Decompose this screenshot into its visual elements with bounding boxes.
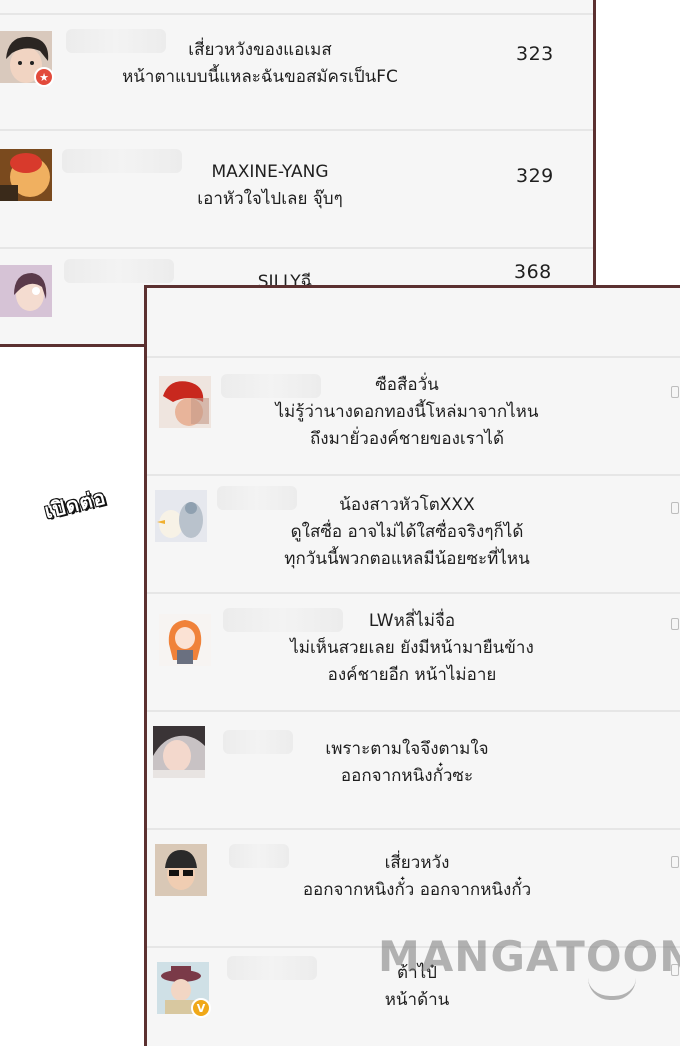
comment-text: เพราะตามใจจึงตามใจ ออกจากหนิงกั๋วซะ bbox=[207, 736, 607, 790]
watermark-logo: MANGATOON bbox=[378, 932, 680, 981]
girl-avatar[interactable] bbox=[0, 265, 52, 317]
comment-username: เสี่ยวหวัง bbox=[384, 853, 450, 873]
cartoon-duck-avatar[interactable] bbox=[155, 490, 207, 542]
comment-text: น้องสาวหัวโตXXX ดูใสซื่อ อาจไม่ได้ใสซื่อ… bbox=[207, 492, 607, 573]
anime-girl-avatar[interactable] bbox=[159, 614, 211, 666]
comment-row[interactable]: เสี่ยวหวัง ออกจากหนิงกั๋ว ออกจากหนิงกั๋ว bbox=[147, 830, 680, 948]
comment-line: ไม่เห็นสวยเลย ยังมีหน้ามายืนข้าง bbox=[290, 638, 534, 658]
comment-username: LWหลี่ไม่จื่อ bbox=[368, 611, 456, 631]
comment-line: ไม่รู้ว่านางดอกทองนี้โหล่มาจากไหน bbox=[275, 402, 539, 422]
comment-text: MAXINE-YANG เอาหัวใจไปเลย จุ๊บๆ bbox=[60, 159, 480, 213]
like-icon[interactable] bbox=[671, 618, 679, 630]
like-icon[interactable] bbox=[671, 502, 679, 514]
comment-line: หน้าตาแบบนี้แหละฉันขอสมัครเป็นFC bbox=[122, 67, 398, 87]
lips-avatar[interactable] bbox=[0, 149, 52, 201]
comment-line: ถึงมายั่วองค์ชายของเราได้ bbox=[310, 429, 504, 449]
comment-username: ซือสือวั่น bbox=[375, 375, 439, 395]
comment-text: เสี่ยวหวัง ออกจากหนิงกั๋ว ออกจากหนิงกั๋ว bbox=[207, 850, 627, 904]
comment-username: น้องสาวหัวโตXXX bbox=[339, 495, 475, 515]
like-icon[interactable] bbox=[671, 386, 679, 398]
comment-row[interactable]: LWหลี่ไม่จื่อ ไม่เห็นสวยเลย ยังมีหน้ามาย… bbox=[147, 594, 680, 712]
comment-line: ดูใสซื่อ อาจไม่ได้ใสซื่อจริงๆก็ได้ bbox=[290, 522, 524, 542]
comment-row[interactable]: ★ เสี่ยวหวังของแอเมส หน้าตาแบบนี้แหละฉัน… bbox=[0, 15, 593, 131]
comment-line: ทุกวันนี้พวกตอแหลมีน้อยซะที่ไหน bbox=[284, 549, 530, 569]
like-count[interactable]: 323 bbox=[516, 43, 554, 65]
comment-username: MAXINE-YANG bbox=[211, 162, 329, 182]
like-count[interactable]: 368 bbox=[514, 261, 552, 283]
like-icon[interactable] bbox=[671, 856, 679, 868]
comment-username: เสี่ยวหวังของแอเมส bbox=[188, 40, 332, 60]
like-count[interactable]: 329 bbox=[516, 165, 554, 187]
comment-line: หน้าด้าน bbox=[384, 990, 450, 1010]
comment-text: เสี่ยวหวังของแอเมส หน้าตาแบบนี้แหละฉันขอ… bbox=[40, 37, 480, 91]
selfie-avatar[interactable] bbox=[153, 726, 205, 778]
top-strip bbox=[0, 0, 593, 15]
comment-row[interactable]: MAXINE-YANG เอาหัวใจไปเลย จุ๊บๆ 329 bbox=[0, 131, 593, 249]
comment-line: ออกจากหนิงกั๋ว ออกจากหนิงกั๋ว bbox=[302, 880, 532, 900]
comment-line: องค์ชายอีก หน้าไม่อาย bbox=[327, 665, 497, 685]
comment-row[interactable]: เพราะตามใจจึงตามใจ ออกจากหนิงกั๋วซะ bbox=[147, 712, 680, 830]
comment-row[interactable]: ซือสือวั่น ไม่รู้ว่านางดอกทองนี้โหล่มาจา… bbox=[147, 358, 680, 476]
red-hair-avatar[interactable] bbox=[159, 376, 211, 428]
caption-text: เปิดต่อ bbox=[41, 484, 109, 524]
sunglasses-avatar[interactable] bbox=[155, 844, 207, 896]
comment-line: ออกจากหนิงกั๋วซะ bbox=[340, 766, 474, 786]
comment-text: LWหลี่ไม่จื่อ ไม่เห็นสวยเลย ยังมีหน้ามาย… bbox=[207, 608, 617, 689]
comment-line: เอาหัวใจไปเลย จุ๊บๆ bbox=[197, 189, 343, 209]
comment-username: เพราะตามใจจึงตามใจ bbox=[325, 739, 489, 759]
comment-row[interactable]: น้องสาวหัวโตXXX ดูใสซื่อ อาจไม่ได้ใสซื่อ… bbox=[147, 476, 680, 594]
bottom-strip bbox=[147, 288, 680, 358]
comment-text: ซือสือวั่น ไม่รู้ว่านางดอกทองนี้โหล่มาจา… bbox=[207, 372, 607, 453]
